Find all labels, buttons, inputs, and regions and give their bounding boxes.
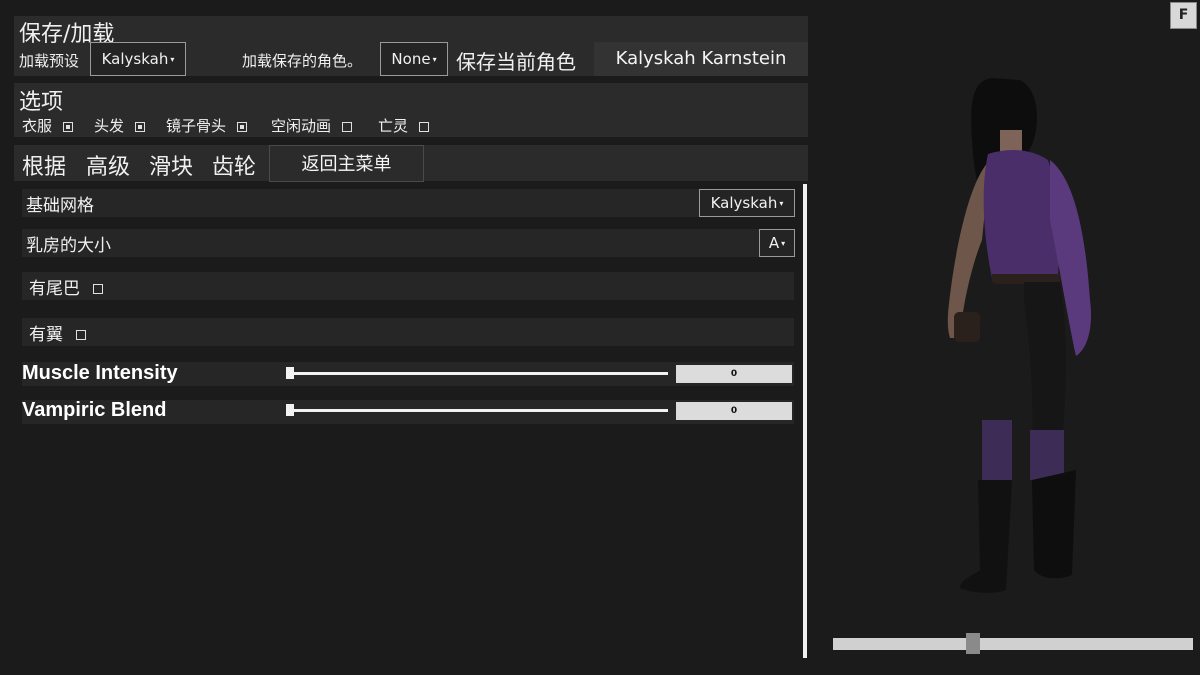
option-undead[interactable]: 亡灵 — [378, 115, 429, 136]
vampiric-blend-value[interactable]: 0 — [676, 402, 792, 420]
option-hair[interactable]: 头发 — [94, 115, 145, 136]
breast-size-row — [22, 229, 794, 257]
base-mesh-row — [22, 189, 794, 217]
has-wings-option[interactable]: 有翼 — [29, 320, 87, 345]
vampiric-blend-label: Vampiric Blend — [22, 399, 167, 421]
option-clothes-label: 衣服 — [22, 117, 53, 135]
save-current-label: 保存当前角色 — [456, 50, 576, 74]
character-vest — [983, 150, 1059, 278]
has-tail-checkbox[interactable] — [93, 284, 104, 294]
vampiric-blend-track[interactable] — [290, 409, 668, 412]
load-saved-label: 加载保存的角色。 — [242, 52, 363, 70]
option-undead-checkbox[interactable] — [418, 121, 429, 132]
load-saved-dropdown[interactable]: None ▾ — [380, 42, 448, 76]
breast-size-dropdown-value: A — [768, 234, 780, 252]
tab-base[interactable]: 根据 — [22, 149, 66, 181]
back-to-main-menu-button[interactable]: 返回主菜单 — [269, 145, 424, 182]
breast-size-dropdown[interactable]: A ▾ — [759, 229, 795, 257]
options-title: 选项 — [19, 90, 64, 115]
rotate-slider-handle[interactable] — [966, 633, 980, 654]
has-wings-label: 有翼 — [29, 325, 63, 345]
base-mesh-dropdown[interactable]: Kalyskah ▾ — [699, 189, 795, 217]
rotate-slider-track[interactable] — [833, 638, 1193, 650]
breast-size-label: 乳房的大小 — [26, 236, 111, 256]
has-tail-row — [22, 272, 794, 300]
option-undead-label: 亡灵 — [378, 117, 409, 135]
has-tail-label: 有尾巴 — [29, 279, 80, 299]
option-hair-checkbox[interactable] — [134, 121, 145, 132]
load-preset-label: 加载预设 — [19, 52, 80, 70]
character-right-knee — [1030, 430, 1064, 480]
muscle-intensity-handle[interactable] — [286, 367, 294, 379]
base-mesh-label: 基础网格 — [26, 196, 94, 216]
save-character-button[interactable]: Kalyskah Karnstein — [594, 42, 808, 76]
chevron-down-icon: ▾ — [432, 54, 437, 64]
character-right-boot — [1032, 470, 1076, 579]
preset-dropdown-value: Kalyskah — [101, 50, 169, 68]
character-left-knee — [982, 420, 1012, 480]
tab-sliders[interactable]: 滑块 — [149, 149, 193, 181]
settings-scrollbar[interactable] — [803, 184, 807, 658]
chevron-down-icon: ▾ — [779, 198, 784, 208]
muscle-intensity-track[interactable] — [290, 372, 668, 375]
character-left-arm — [947, 160, 990, 338]
muscle-intensity-label: Muscle Intensity — [22, 362, 178, 384]
preset-dropdown[interactable]: Kalyskah ▾ — [90, 42, 186, 76]
has-wings-checkbox[interactable] — [76, 330, 87, 340]
character-pouch — [954, 312, 980, 342]
has-tail-option[interactable]: 有尾巴 — [29, 274, 104, 299]
fullscreen-button-label: F — [1178, 7, 1189, 23]
fullscreen-button[interactable]: F — [1170, 2, 1197, 29]
option-mirror-bones[interactable]: 镜子骨头 — [166, 115, 247, 136]
chevron-down-icon: ▾ — [170, 54, 175, 64]
has-wings-row — [22, 318, 794, 346]
option-idle-animation-checkbox[interactable] — [341, 121, 352, 132]
option-mirror-bones-label: 镜子骨头 — [166, 117, 227, 135]
tab-gear[interactable]: 齿轮 — [212, 149, 256, 181]
base-mesh-dropdown-value: Kalyskah — [710, 194, 778, 212]
character-left-boot — [960, 480, 1012, 593]
tab-advanced[interactable]: 高级 — [86, 149, 130, 181]
load-saved-dropdown-value: None — [391, 50, 431, 68]
option-idle-animation[interactable]: 空闲动画 — [271, 115, 352, 136]
character-preview[interactable] — [900, 70, 1120, 610]
vampiric-blend-handle[interactable] — [286, 404, 294, 416]
option-clothes[interactable]: 衣服 — [22, 115, 73, 136]
muscle-intensity-value[interactable]: 0 — [676, 365, 792, 383]
chevron-down-icon: ▾ — [781, 238, 786, 248]
option-idle-animation-label: 空闲动画 — [271, 117, 332, 135]
option-mirror-bones-checkbox[interactable] — [236, 121, 247, 132]
option-clothes-checkbox[interactable] — [62, 121, 73, 132]
option-hair-label: 头发 — [94, 117, 125, 135]
